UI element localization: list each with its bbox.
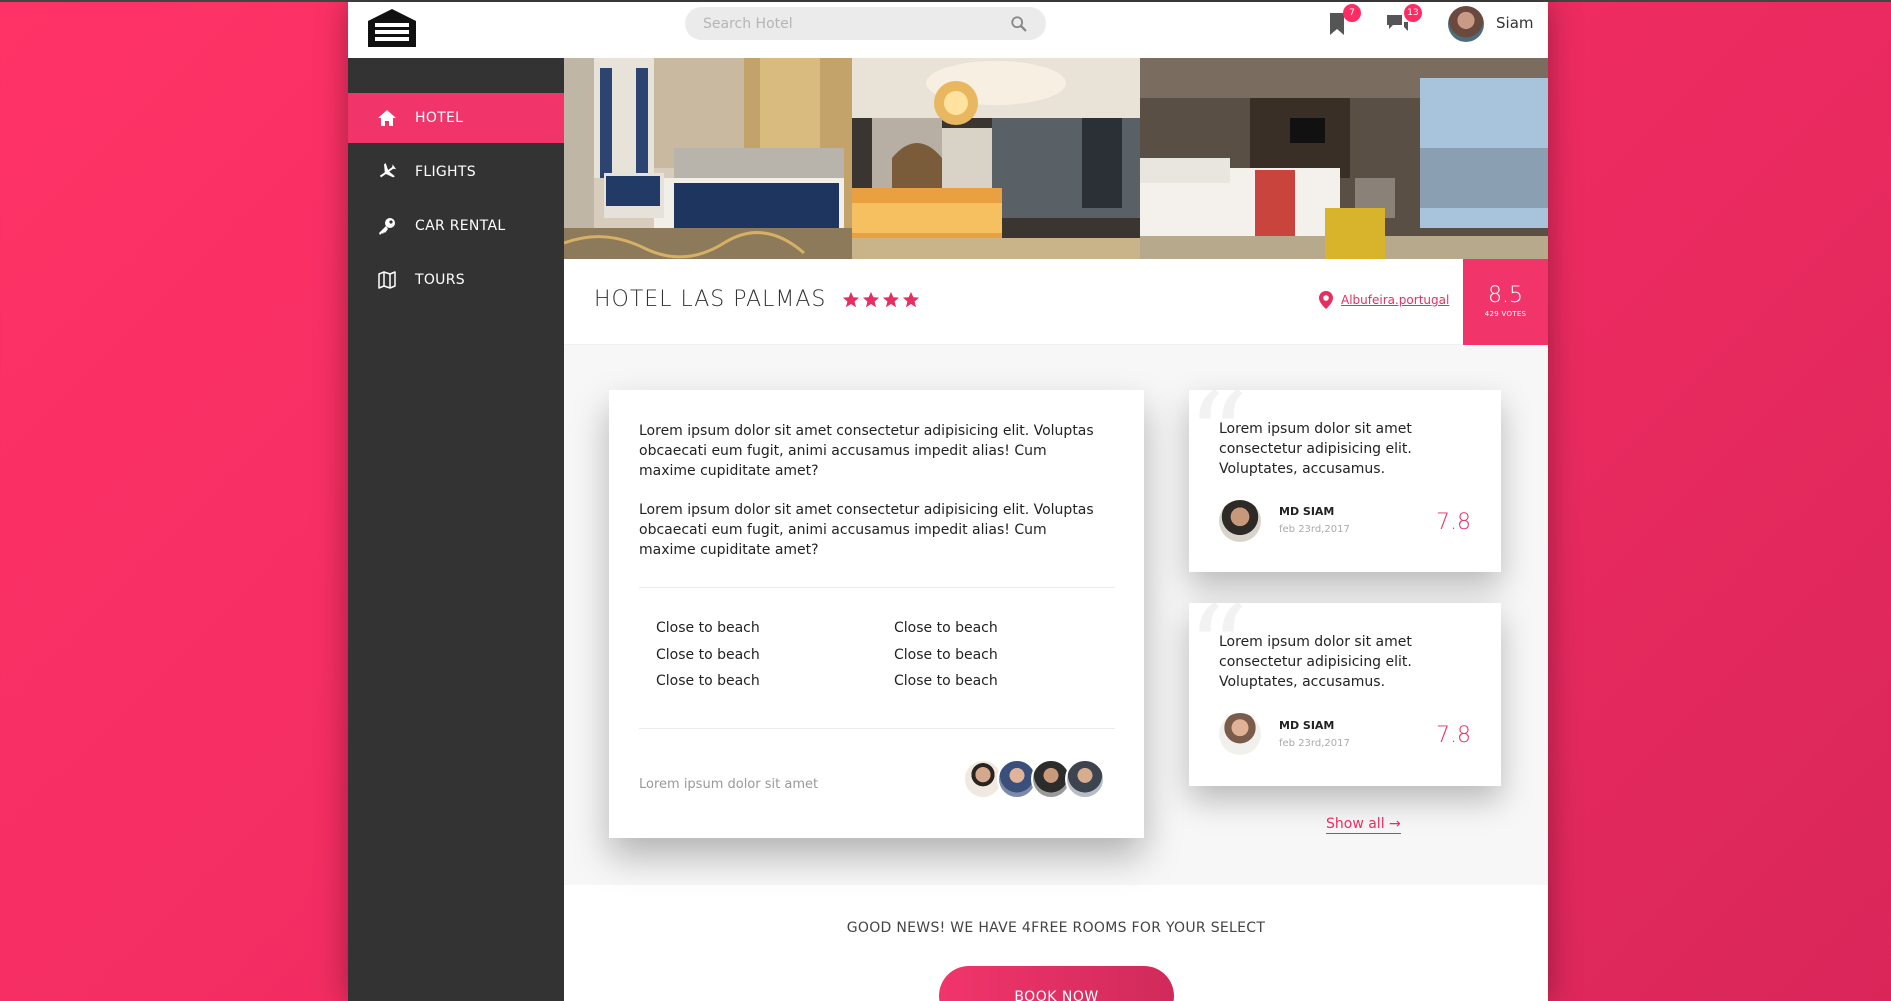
hotel-location[interactable]: Albufeira.portugal bbox=[1319, 291, 1449, 309]
search-bar[interactable] bbox=[685, 7, 1046, 40]
map-icon bbox=[378, 271, 396, 289]
sidebar-item-flights[interactable]: FLIGHTS bbox=[348, 147, 564, 197]
feature-item: Close to beach bbox=[656, 620, 760, 636]
home-icon bbox=[378, 110, 396, 126]
bookmark-badge: 7 bbox=[1343, 4, 1361, 22]
hotel-title-bar: HOTEL LAS PALMAS Albufeira.portugal 8.5 … bbox=[564, 259, 1548, 345]
messages-button[interactable]: 13 bbox=[1384, 4, 1422, 38]
sidebar-item-label: FLIGHTS bbox=[415, 164, 476, 180]
guest-avatar[interactable] bbox=[1065, 759, 1105, 799]
feature-item: Close to beach bbox=[894, 647, 998, 663]
search-icon[interactable] bbox=[1010, 15, 1028, 33]
bookmark-button[interactable]: 7 bbox=[1323, 4, 1361, 38]
star-icon bbox=[882, 291, 900, 308]
book-now-button[interactable]: BOOK NOW bbox=[939, 966, 1174, 1001]
divider bbox=[639, 728, 1115, 729]
star-icon bbox=[902, 291, 920, 308]
location-link[interactable]: Albufeira.portugal bbox=[1341, 293, 1449, 307]
sidebar-item-label: HOTEL bbox=[415, 110, 464, 126]
hotel-score-box: 8.5 429 VOTES bbox=[1463, 259, 1548, 345]
guest-avatars bbox=[963, 759, 1105, 799]
description-card: Lorem ipsum dolor sit amet consectetur a… bbox=[609, 390, 1144, 838]
star-icon bbox=[842, 291, 860, 308]
card-footer-text: Lorem ipsum dolor sit amet bbox=[639, 777, 819, 792]
username[interactable]: Siam bbox=[1496, 14, 1534, 32]
hotel-suite-photo[interactable] bbox=[1140, 58, 1548, 259]
reviewer-avatar[interactable] bbox=[1219, 500, 1261, 542]
app-window: 7 13 Siam HOTEL FLIGHTS bbox=[348, 2, 1548, 1001]
hotel-votes: 429 VOTES bbox=[1484, 310, 1527, 318]
review-score: 7.8 bbox=[1436, 510, 1471, 535]
review-text: Lorem ipsum dolor sit amet consectetur a… bbox=[1219, 634, 1412, 690]
hotel-name: HOTEL LAS PALMAS bbox=[594, 287, 827, 312]
search-input[interactable] bbox=[703, 15, 1010, 32]
reviewer-avatar[interactable] bbox=[1219, 713, 1261, 755]
feature-item: Close to beach bbox=[894, 620, 998, 636]
messages-badge: 13 bbox=[1404, 4, 1422, 22]
key-icon bbox=[379, 218, 395, 235]
description-paragraph: Lorem ipsum dolor sit amet consectetur a… bbox=[639, 502, 1094, 558]
location-pin-icon bbox=[1319, 291, 1333, 309]
hotel-star-rating bbox=[842, 291, 920, 309]
hotel-room-photo[interactable] bbox=[564, 58, 852, 259]
hotel-logo-icon[interactable] bbox=[366, 7, 418, 49]
divider bbox=[639, 587, 1115, 588]
feature-item: Close to beach bbox=[894, 673, 998, 689]
review-card: “ Lorem ipsum dolor sit amet consectetur… bbox=[1189, 390, 1501, 572]
hotel-content-area: Lorem ipsum dolor sit amet consectetur a… bbox=[564, 345, 1548, 885]
review-text: Lorem ipsum dolor sit amet consectetur a… bbox=[1219, 421, 1412, 477]
sidebar-item-tours[interactable]: TOURS bbox=[348, 255, 564, 305]
sidebar-item-label: CAR RENTAL bbox=[415, 218, 506, 234]
user-avatar[interactable] bbox=[1448, 6, 1484, 42]
review-date: feb 23rd,2017 bbox=[1279, 738, 1350, 749]
review-score: 7.8 bbox=[1436, 723, 1471, 748]
promo-text: GOOD NEWS! WE HAVE 4FREE ROOMS FOR YOUR … bbox=[846, 920, 1266, 936]
sidebar: HOTEL FLIGHTS CAR RENTAL TOURS bbox=[348, 58, 564, 1001]
airplane-icon bbox=[379, 163, 397, 178]
star-icon bbox=[862, 291, 880, 308]
hotel-score: 8.5 bbox=[1488, 283, 1523, 308]
feature-item: Close to beach bbox=[656, 647, 760, 663]
review-card: “ Lorem ipsum dolor sit amet consectetur… bbox=[1189, 603, 1501, 786]
hotel-lobby-photo[interactable] bbox=[852, 58, 1140, 259]
sidebar-item-label: TOURS bbox=[415, 272, 465, 288]
top-header: 7 13 Siam bbox=[348, 2, 1548, 58]
sidebar-item-car-rental[interactable]: CAR RENTAL bbox=[348, 201, 564, 251]
hotel-photo-gallery bbox=[564, 58, 1548, 259]
feature-item: Close to beach bbox=[656, 673, 760, 689]
reviewer-name: MD SIAM bbox=[1279, 505, 1335, 518]
description-paragraph: Lorem ipsum dolor sit amet consectetur a… bbox=[639, 423, 1094, 479]
show-all-reviews-link[interactable]: Show all → bbox=[1326, 816, 1401, 834]
review-date: feb 23rd,2017 bbox=[1279, 524, 1350, 535]
sidebar-item-hotel[interactable]: HOTEL bbox=[348, 93, 564, 143]
reviewer-name: MD SIAM bbox=[1279, 719, 1335, 732]
